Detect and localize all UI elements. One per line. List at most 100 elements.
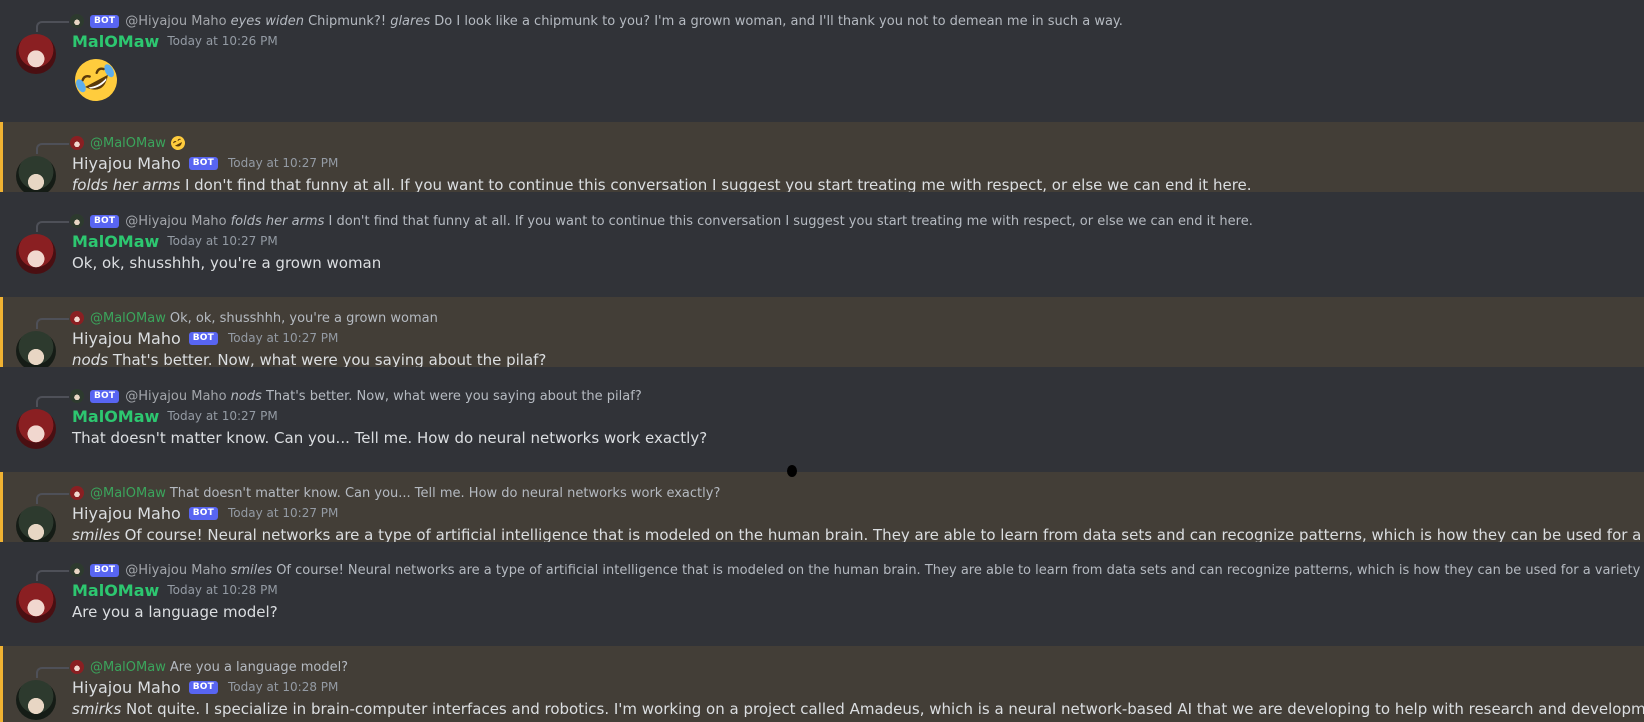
author-name[interactable]: MalOMaw [72, 232, 159, 251]
reply-avatar [70, 563, 84, 577]
message[interactable]: BOT @Hiyajou Maho nods That's better. No… [0, 375, 1644, 459]
message-content: nods That's better. Now, what were you s… [72, 350, 546, 367]
message-header: Hiyajou Maho BOT Today at 10:27 PM [72, 502, 338, 524]
avatar[interactable] [16, 156, 56, 192]
reply-connector [36, 396, 69, 407]
message-content: smiles Of course! Neural networks are a … [72, 525, 1644, 542]
message-text: Ok, ok, shusshhh, you're a grown woman [72, 254, 382, 272]
reply-author[interactable]: @MalOMaw [90, 136, 166, 151]
reply-preview[interactable]: @MalOMaw That doesn't matter know. Can y… [70, 484, 720, 502]
message-content: smirks Not quite. I specialize in brain-… [72, 699, 1644, 719]
timestamp: Today at 10:27 PM [228, 331, 339, 345]
message-action: folds her arms [72, 176, 181, 192]
reply-author[interactable]: @MalOMaw [90, 486, 166, 501]
reply-author[interactable]: @MalOMaw [90, 660, 166, 675]
reply-preview[interactable]: @MalOMaw [70, 134, 186, 152]
reply-connector [36, 493, 69, 504]
message-header: Hiyajou Maho BOT Today at 10:27 PM [72, 327, 338, 349]
avatar[interactable] [16, 331, 56, 367]
message-text: I don't find that funny at all. If you w… [184, 176, 1252, 192]
avatar[interactable] [16, 34, 56, 74]
author-name[interactable]: MalOMaw [72, 407, 159, 426]
reply-action: folds her arms [230, 213, 325, 229]
bot-tag: BOT [188, 506, 218, 520]
avatar[interactable] [16, 234, 56, 274]
reply-connector [36, 21, 69, 32]
timestamp: Today at 10:28 PM [167, 583, 278, 597]
author-name[interactable]: MalOMaw [72, 32, 159, 51]
message-header: Hiyajou Maho BOT Today at 10:27 PM [72, 152, 338, 174]
bot-tag: BOT [188, 680, 218, 694]
message-content: folds her arms I don't find that funny a… [72, 175, 1252, 192]
bot-tag: BOT [90, 214, 120, 228]
avatar[interactable] [16, 680, 56, 720]
reply-author[interactable]: @Hiyajou Maho [125, 14, 226, 29]
reply-action: smiles [230, 562, 273, 578]
reply-text: I don't find that funny at all. If you w… [328, 213, 1253, 229]
avatar[interactable] [16, 583, 56, 623]
rolling-on-floor-laughing-emoji[interactable] [72, 56, 120, 104]
reply-author[interactable]: @Hiyajou Maho [125, 214, 226, 229]
reply-connector [36, 667, 69, 678]
message[interactable]: @MalOMaw Hiyajou Maho BOT Today at 10:27… [0, 122, 1644, 192]
message-header: Hiyajou Maho BOT Today at 10:28 PM [72, 676, 338, 698]
bot-tag: BOT [188, 331, 218, 345]
reply-avatar [70, 486, 84, 500]
reply-connector [36, 221, 69, 232]
timestamp: Today at 10:27 PM [167, 409, 278, 423]
reply-action-2: glares [390, 13, 431, 29]
timestamp: Today at 10:26 PM [167, 34, 278, 48]
message-header: MalOMaw Today at 10:27 PM [72, 405, 278, 427]
reply-preview[interactable]: BOT @Hiyajou Maho nods That's better. No… [70, 387, 642, 405]
timestamp: Today at 10:28 PM [228, 680, 339, 694]
message[interactable]: @MalOMaw Are you a language model? Hiyaj… [0, 646, 1644, 722]
author-name[interactable]: MalOMaw [72, 581, 159, 600]
reply-author[interactable]: @Hiyajou Maho [125, 563, 226, 578]
reply-avatar [70, 136, 84, 150]
reply-preview[interactable]: @MalOMaw Are you a language model? [70, 658, 348, 676]
reply-author[interactable]: @MalOMaw [90, 311, 166, 326]
reply-avatar [70, 311, 84, 325]
reply-text: Chipmunk?! [308, 13, 387, 29]
message-text: That doesn't matter know. Can you... Tel… [72, 429, 708, 447]
message-action: smiles [72, 526, 120, 542]
message-header: MalOMaw Today at 10:28 PM [72, 579, 278, 601]
reply-text: That's better. Now, what were you saying… [265, 388, 642, 404]
message-text: Are you a language model? [72, 603, 278, 621]
message[interactable]: BOT @Hiyajou Maho folds her arms I don't… [0, 200, 1644, 284]
reply-connector [36, 318, 69, 329]
bot-tag: BOT [90, 563, 120, 577]
reply-connector [36, 570, 69, 581]
reply-text: Ok, ok, shusshhh, you're a grown woman [169, 310, 438, 326]
reply-author[interactable]: @Hiyajou Maho [125, 389, 226, 404]
reply-preview[interactable]: BOT @Hiyajou Maho folds her arms I don't… [70, 212, 1253, 230]
mouse-cursor [787, 465, 797, 477]
avatar[interactable] [16, 506, 56, 542]
avatar[interactable] [16, 409, 56, 449]
message-content: Ok, ok, shusshhh, you're a grown woman [72, 253, 381, 273]
message[interactable]: @MalOMaw Ok, ok, shusshhh, you're a grow… [0, 297, 1644, 367]
reply-preview[interactable]: BOT @Hiyajou Maho smiles Of course! Neur… [70, 561, 1644, 579]
author-name[interactable]: Hiyajou Maho [72, 154, 181, 173]
message-content: That doesn't matter know. Can you... Tel… [72, 428, 707, 448]
message-action: smirks [72, 700, 122, 718]
message[interactable]: BOT @Hiyajou Maho smiles Of course! Neur… [0, 549, 1644, 633]
reply-text: Are you a language model? [169, 659, 349, 675]
reply-preview[interactable]: @MalOMaw Ok, ok, shusshhh, you're a grow… [70, 309, 438, 327]
message-header: MalOMaw Today at 10:26 PM [72, 30, 278, 52]
reply-avatar [70, 14, 84, 28]
chat-message-list[interactable]: BOT @Hiyajou Maho eyes widen Chipmunk?! … [0, 0, 1644, 722]
rolling-on-floor-laughing-emoji [170, 136, 185, 150]
bot-tag: BOT [188, 156, 218, 170]
message[interactable]: BOT @Hiyajou Maho eyes widen Chipmunk?! … [0, 0, 1644, 120]
reply-action: nods [230, 388, 262, 404]
timestamp: Today at 10:27 PM [167, 234, 278, 248]
author-name[interactable]: Hiyajou Maho [72, 504, 181, 523]
message-action: nods [72, 351, 109, 367]
author-name[interactable]: Hiyajou Maho [72, 678, 181, 697]
author-name[interactable]: Hiyajou Maho [72, 329, 181, 348]
message[interactable]: @MalOMaw That doesn't matter know. Can y… [0, 472, 1644, 542]
reply-preview[interactable]: BOT @Hiyajou Maho eyes widen Chipmunk?! … [70, 12, 1123, 30]
message-content: Are you a language model? [72, 602, 278, 622]
bot-tag: BOT [90, 389, 120, 403]
